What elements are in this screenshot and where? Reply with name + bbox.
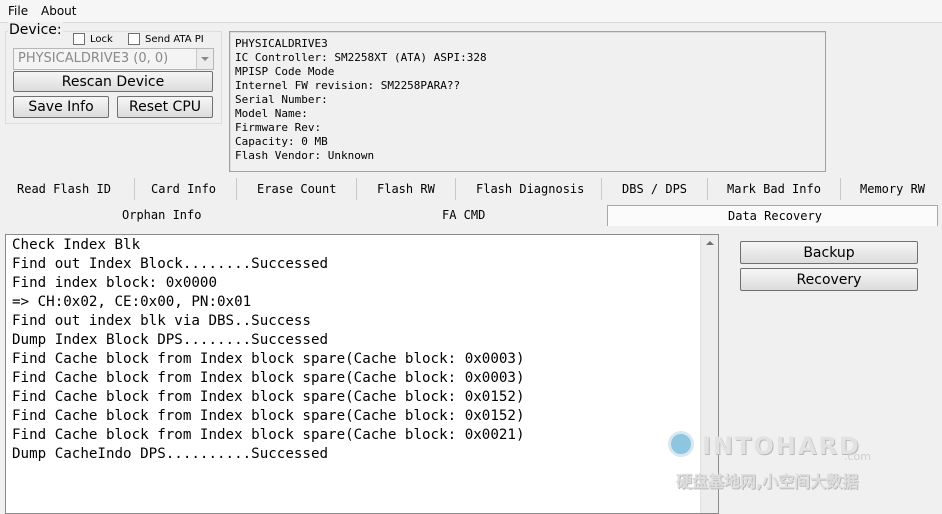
log-line: Dump CacheIndo DPS..........Successed <box>12 446 329 462</box>
save-info-button[interactable]: Save Info <box>13 96 109 118</box>
tab-separator <box>601 178 602 200</box>
lock-checkbox-label: Lock <box>90 33 113 45</box>
tab-dbs-dps[interactable]: DBS / DPS <box>622 182 687 196</box>
info-line: Serial Number: <box>235 93 328 106</box>
tab-separator <box>707 178 708 200</box>
info-line: PHYSICALDRIVE3 <box>235 37 328 50</box>
device-select[interactable]: PHYSICALDRIVE3 (0, 0) <box>13 48 214 70</box>
tab-separator <box>356 178 357 200</box>
watermark-logo-icon <box>668 431 694 457</box>
scroll-up-icon[interactable] <box>701 235 718 251</box>
log-line: Dump Index Block DPS........Successed <box>12 332 329 348</box>
watermark-brand: INTOHARD <box>702 432 861 460</box>
send-ata-checkbox-box[interactable] <box>128 33 140 45</box>
log-line: Find Cache block from Index block spare(… <box>12 351 525 367</box>
tab-data-recovery[interactable]: Data Recovery <box>607 205 938 226</box>
watermark-suffix: .com <box>844 450 871 463</box>
tab-separator <box>455 178 456 200</box>
lock-checkbox-box[interactable] <box>73 33 85 45</box>
device-group-label: Device: <box>8 22 63 38</box>
tab-flash-rw[interactable]: Flash RW <box>377 182 435 196</box>
log-line: Find Cache block from Index block spare(… <box>12 427 525 443</box>
log-output[interactable]: Check Index Blk Find out Index Block....… <box>5 234 719 514</box>
device-info-panel: PHYSICALDRIVE3 IC Controller: SM2258XT (… <box>229 31 826 172</box>
tab-read-flash-id[interactable]: Read Flash ID <box>17 182 111 196</box>
menu-file[interactable]: File <box>8 4 28 18</box>
rescan-device-button[interactable]: Rescan Device <box>13 71 213 92</box>
menu-about[interactable]: About <box>41 4 76 18</box>
tab-card-info[interactable]: Card Info <box>151 182 216 196</box>
send-ata-checkbox[interactable]: Send ATA PI <box>128 33 204 45</box>
lock-checkbox[interactable]: Lock <box>73 33 113 45</box>
info-line: MPISP Code Mode <box>235 65 335 78</box>
info-line: Flash Vendor: Unknown <box>235 149 375 162</box>
tab-orphan-info[interactable]: Orphan Info <box>122 208 201 222</box>
log-line: => CH:0x02, CE:0x00, PN:0x01 <box>12 294 252 310</box>
watermark: INTOHARD .com 硬盘基地网,小空间大数据 <box>668 428 938 492</box>
tab-fa-cmd[interactable]: FA CMD <box>442 208 485 222</box>
log-line: Find Cache block from Index block spare(… <box>12 389 525 405</box>
log-line: Find out Index Block........Successed <box>12 256 329 272</box>
recovery-button[interactable]: Recovery <box>740 268 918 291</box>
tab-separator <box>840 178 841 200</box>
tab-separator <box>236 178 237 200</box>
menu-bar: File About <box>0 0 942 23</box>
send-ata-checkbox-label: Send ATA PI <box>145 33 204 45</box>
info-line: Capacity: 0 MB <box>235 135 328 148</box>
reset-cpu-button[interactable]: Reset CPU <box>117 96 213 118</box>
backup-button[interactable]: Backup <box>740 241 918 264</box>
tab-data-recovery-label: Data Recovery <box>728 209 822 223</box>
tab-separator <box>134 178 135 200</box>
info-line: Model Name: <box>235 107 308 120</box>
log-line: Find Cache block from Index block spare(… <box>12 408 525 424</box>
log-line: Find out index blk via DBS..Success <box>12 313 311 329</box>
log-line: Find index block: 0x0000 <box>12 275 217 291</box>
tab-flash-diagnosis[interactable]: Flash Diagnosis <box>476 182 584 196</box>
device-select-value: PHYSICALDRIVE3 (0, 0) <box>18 51 169 66</box>
log-line: Find Cache block from Index block spare(… <box>12 370 525 386</box>
tab-erase-count[interactable]: Erase Count <box>257 182 336 196</box>
tab-memory-rw[interactable]: Memory RW <box>860 182 925 196</box>
chevron-down-icon[interactable] <box>196 49 213 69</box>
tab-mark-bad-info[interactable]: Mark Bad Info <box>727 182 821 196</box>
watermark-subtitle: 硬盘基地网,小空间大数据 <box>676 472 859 491</box>
info-line: IC Controller: SM2258XT (ATA) ASPI:328 <box>235 51 487 64</box>
info-line: Firmware Rev: <box>235 121 322 134</box>
info-line: Internel FW revision: SM2258PARA?? <box>235 79 461 92</box>
log-line: Check Index Blk <box>12 237 141 253</box>
